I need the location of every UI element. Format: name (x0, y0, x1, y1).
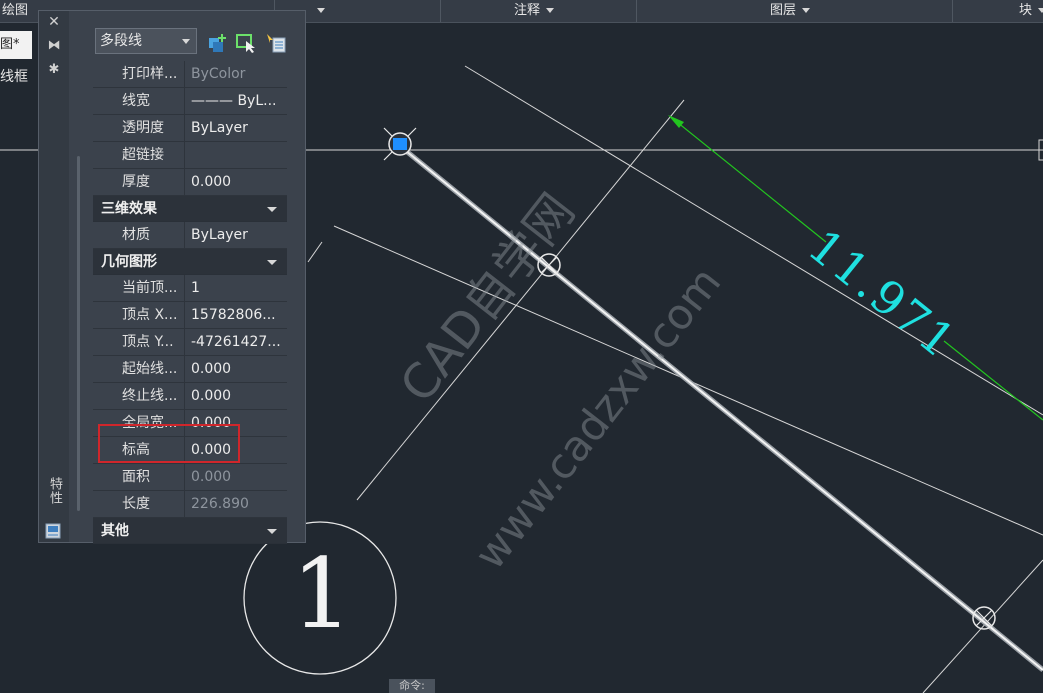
close-icon[interactable]: ✕ (47, 15, 61, 29)
property-row[interactable]: 超链接 (93, 142, 287, 169)
property-row[interactable]: 长度 226.890 (93, 491, 287, 518)
property-name: 厚度 (93, 169, 185, 195)
property-value[interactable]: -47261427... (187, 329, 287, 355)
ribbon-tab-annotate[interactable]: 注释 (440, 0, 636, 22)
object-type-value: 多段线 (100, 33, 142, 49)
property-value[interactable] (187, 142, 287, 168)
toggle-pickadd-icon[interactable] (207, 32, 229, 54)
property-value[interactable]: 0.000 (187, 383, 287, 409)
select-objects-icon[interactable] (235, 32, 257, 54)
property-row[interactable]: 当前顶... 1 (93, 275, 287, 302)
property-value[interactable]: ByLayer (187, 222, 287, 248)
quick-properties-icon[interactable] (45, 523, 61, 539)
property-row[interactable]: 线宽 ——— ByL... (93, 88, 287, 115)
ribbon-tab-layers[interactable]: 图层 (636, 0, 952, 22)
property-row[interactable]: 顶点 Y... -47261427... (93, 329, 287, 356)
properties-palette[interactable]: ✕ ⧓ ✱ 特性 多段线 打印样... ByColor 线宽 ——— ByL... 透明… (38, 10, 306, 544)
property-value[interactable]: 1 (187, 275, 287, 301)
property-row[interactable]: 终止线... 0.000 (93, 383, 287, 410)
category-label: 其他 (101, 523, 129, 539)
property-row[interactable]: 打印样... ByColor (93, 61, 287, 88)
chevron-down-icon (802, 8, 811, 13)
property-row[interactable]: 面积 0.000 (93, 464, 287, 491)
vertex-grip[interactable] (383, 127, 417, 161)
chevron-down-icon (317, 8, 325, 13)
property-value[interactable]: 0.000 (187, 356, 287, 382)
property-row[interactable]: 透明度 ByLayer (93, 115, 287, 142)
category-header[interactable]: 其他 (93, 518, 287, 544)
chevron-down-icon[interactable] (267, 529, 277, 534)
object-type-select[interactable]: 多段线 (95, 28, 197, 54)
document-tab[interactable]: 图* (0, 31, 32, 59)
property-name: 终止线... (93, 383, 185, 409)
viewport-style-label[interactable]: 线框 (0, 66, 28, 86)
palette-title-bar[interactable]: ✕ ⧓ ✱ 特性 (39, 11, 69, 542)
palette-title: 特性 (47, 477, 62, 505)
property-row[interactable]: 材质 ByLayer (93, 222, 287, 249)
palette-scrollbar[interactable] (77, 156, 80, 511)
property-row[interactable]: 起始线... 0.000 (93, 356, 287, 383)
property-name: 材质 (93, 222, 185, 248)
property-value[interactable]: 226.890 (187, 491, 287, 517)
elevation-highlight-box (98, 424, 240, 463)
property-name: 超链接 (93, 142, 185, 168)
command-line-label[interactable]: 命令: (389, 679, 435, 693)
chevron-down-icon[interactable] (267, 260, 277, 265)
property-name: 长度 (93, 491, 185, 517)
property-name: 打印样... (93, 61, 185, 87)
chevron-down-icon (182, 39, 190, 44)
ribbon-tab-label: 块 (1019, 3, 1033, 18)
category-header[interactable]: 几何图形 (93, 249, 287, 275)
chevron-down-icon (546, 8, 555, 13)
property-value[interactable]: 0.000 (187, 464, 287, 490)
property-name: 面积 (93, 464, 185, 490)
ribbon-tab-block[interactable]: 块 (952, 0, 1043, 22)
property-name: 线宽 (93, 88, 185, 114)
gear-icon[interactable]: ✱ (47, 63, 61, 77)
ribbon-tab-label: 图层 (770, 3, 797, 18)
document-tab-label: 图* (0, 37, 20, 52)
quick-select-icon[interactable] (265, 32, 287, 54)
property-name: 顶点 X... (93, 302, 185, 328)
property-name: 顶点 Y... (93, 329, 185, 355)
category-header[interactable]: 三维效果 (93, 196, 287, 222)
chevron-down-icon (1038, 8, 1043, 13)
chevron-down-icon[interactable] (267, 207, 277, 212)
properties-grid: 打印样... ByColor 线宽 ——— ByL... 透明度 ByLayer 超链接 厚度… (93, 61, 287, 544)
ribbon-tab-draw[interactable]: 绘图 (0, 0, 38, 22)
property-row[interactable]: 顶点 X... 15782806... (93, 302, 287, 329)
category-label: 三维效果 (101, 201, 157, 217)
ribbon-tab-label: 绘图 (2, 3, 29, 18)
balloon-number: 1 (291, 538, 352, 650)
property-value[interactable]: 0.000 (187, 169, 287, 195)
property-name: 起始线... (93, 356, 185, 382)
ribbon-tab-label: 注释 (514, 3, 541, 18)
auto-hide-icon[interactable]: ⧓ (47, 39, 61, 53)
property-row[interactable]: 厚度 0.000 (93, 169, 287, 196)
property-name: 当前顶... (93, 275, 185, 301)
category-label: 几何图形 (101, 254, 157, 270)
property-value[interactable]: ——— ByL... (187, 88, 287, 114)
property-value[interactable]: ByLayer (187, 115, 287, 141)
property-value[interactable]: ByColor (187, 61, 287, 87)
property-name: 透明度 (93, 115, 185, 141)
property-value[interactable]: 15782806... (187, 302, 287, 328)
